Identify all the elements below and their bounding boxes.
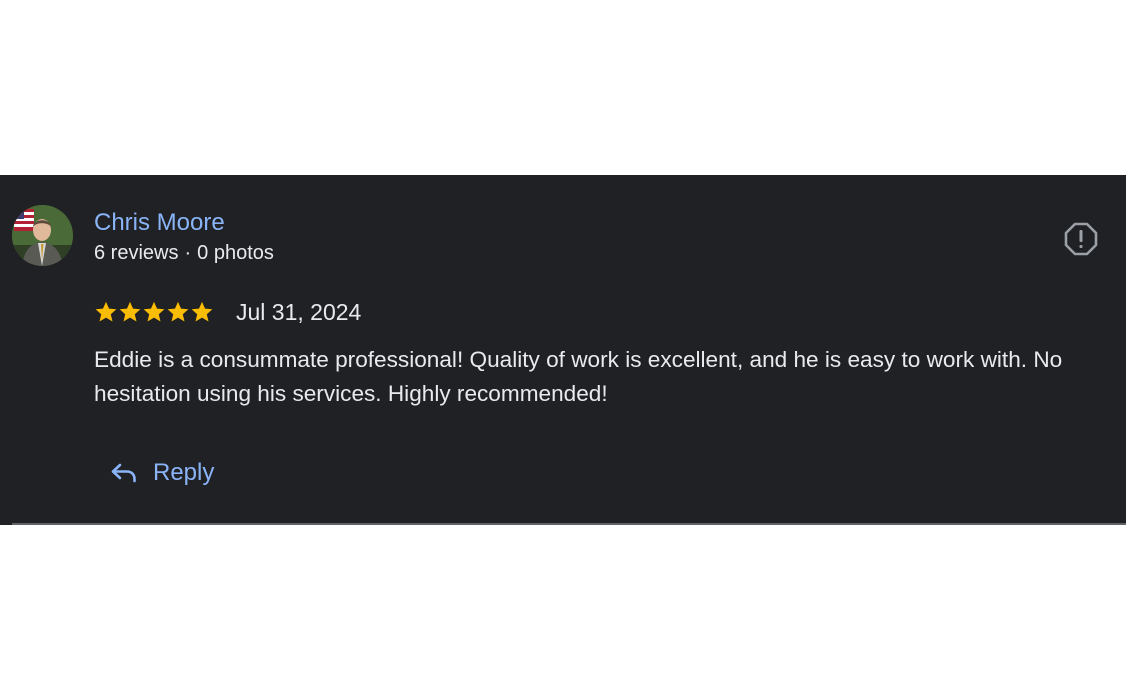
reply-label: Reply [153,459,215,486]
star-icon [95,301,117,322]
report-icon [1064,222,1098,256]
author-stats: 6 reviews · 0 photos [94,241,274,265]
reply-button[interactable]: Reply [100,451,224,495]
report-review-button[interactable] [1064,222,1098,256]
rating-row: Jul 31, 2024 [94,294,361,330]
meta-separator: · [184,242,192,264]
star-icon [167,301,189,322]
reply-arrow-icon [111,463,136,483]
review-card: Chris Moore 6 reviews · 0 photos Jul 31, 2… [0,175,1126,525]
review-count: 6 reviews [94,242,179,264]
photo-count: 0 photos [197,242,274,264]
avatar-image [12,205,73,266]
star-rating [94,300,214,324]
review-text: Eddie is a consummate professional! Qual… [94,347,1063,406]
author-name[interactable]: Chris Moore [94,208,225,238]
star-icon [191,301,213,322]
star-icon [143,301,165,322]
review-date: Jul 31, 2024 [236,299,362,325]
divider [12,523,1126,525]
author-avatar[interactable] [12,205,73,266]
star-icon [119,301,141,322]
